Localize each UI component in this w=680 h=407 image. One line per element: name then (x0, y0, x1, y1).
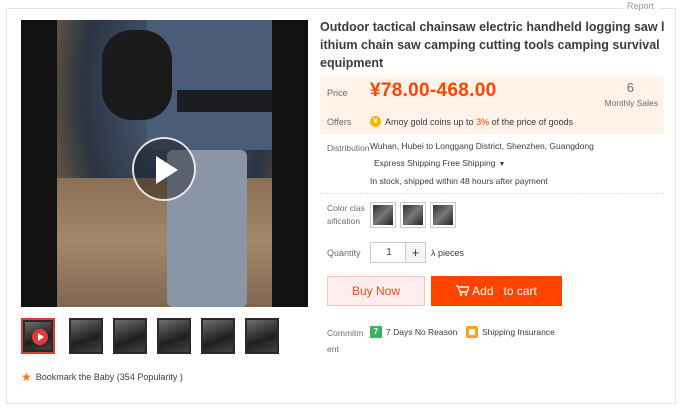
price-value: ¥78.00-468.00 (370, 80, 497, 101)
commitment-label: Commitment (327, 328, 364, 354)
thumbnail-strip (21, 318, 311, 354)
color-option[interactable] (400, 202, 426, 228)
monthly-sales-count: 6 (626, 80, 634, 95)
thumbnail-image[interactable] (245, 318, 279, 354)
thumbnail-video[interactable] (21, 318, 55, 354)
stock-status: In stock, shipped within 48 hours after … (370, 176, 548, 186)
bookmark-label: Bookmark the Baby (354 Popularity ) (35, 372, 183, 382)
thumbnail-image[interactable] (157, 318, 191, 354)
quantity-input[interactable]: 1 (370, 242, 408, 263)
price-box: Price ¥78.00-468.00 6 Monthly Sales Offe… (320, 76, 664, 134)
buy-now-button[interactable]: Buy Now (327, 276, 425, 306)
product-video[interactable] (21, 20, 308, 307)
divider (320, 193, 664, 194)
thumbnail-image[interactable] (113, 318, 147, 354)
commitment-shipping-insurance: Shipping Insurance (466, 326, 555, 338)
report-link[interactable]: Report (622, 1, 658, 11)
play-icon (32, 329, 48, 345)
shipping-route: Wuhan, Hubei to Longgang District, Shenz… (370, 141, 594, 151)
coin-icon: ¥ (370, 116, 381, 127)
bookmark-link[interactable]: ★ Bookmark the Baby (354 Popularity ) (21, 371, 183, 383)
color-option[interactable] (430, 202, 456, 228)
add-to-cart-button[interactable]: Add to cart (431, 276, 562, 306)
product-title: Outdoor tactical chainsaw electric handh… (320, 20, 665, 70)
monthly-sales-label: Monthly Sales (604, 98, 658, 108)
color-label: Color classification (327, 203, 365, 226)
shield-icon (466, 326, 478, 338)
cart-icon (456, 277, 471, 307)
quantity-label: Quantity (327, 248, 361, 258)
offers-text: ¥ Amoy gold coins up to 3% of the price … (370, 116, 573, 127)
offers-label: Offers (327, 117, 352, 127)
commitment-seven-days: 7 7 Days No Reason (370, 326, 457, 338)
seven-days-icon: 7 (370, 326, 382, 338)
caret-down-icon: ▼ (498, 161, 506, 168)
star-icon: ★ (21, 370, 32, 384)
thumbnail-image[interactable] (201, 318, 235, 354)
play-icon[interactable] (132, 137, 196, 201)
quantity-unit: λ pieces (431, 248, 465, 258)
plus-icon[interactable]: + (405, 242, 426, 263)
thumbnail-image[interactable] (69, 318, 103, 354)
shipping-method-select[interactable]: Express Shipping Free Shipping ▼ (374, 158, 505, 168)
color-option[interactable] (370, 202, 396, 228)
price-label: Price (327, 88, 348, 98)
distribution-label: Distribution (327, 143, 370, 153)
